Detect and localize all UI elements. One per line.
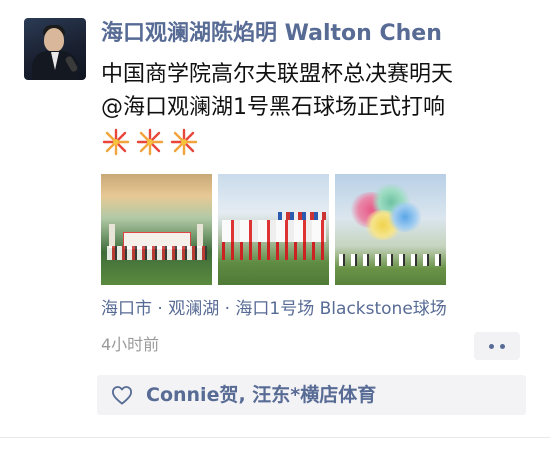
photo-grid [101,174,446,285]
likes-names[interactable]: Connie贺, 汪东*横店体育 [146,382,376,408]
photo-thumbnail[interactable] [335,174,446,285]
post-timestamp: 4小时前 [101,335,160,354]
more-dots-icon [500,343,505,349]
avatar-head [44,28,64,52]
banner-flag [197,224,203,248]
participants-row [222,220,326,242]
participants-legs [222,242,326,260]
post-text-line: 中国商学院高尔夫联盟杯总决赛明天 [101,62,454,87]
divider [0,437,550,438]
firework-icon [101,127,131,157]
photo-thumbnail[interactable] [218,174,329,285]
location-link[interactable]: 海口市 · 观澜湖 · 海口1号场 Blackstone球场 [101,297,447,321]
post-text: 中国商学院高尔夫联盟杯总决赛明天 @海口观澜湖1号黑石球场正式打响 [101,58,531,124]
banner-flag [109,224,115,248]
color-smoke [387,202,423,232]
more-dots-icon [489,343,494,349]
firework-icon [169,127,199,157]
emoji-row [101,127,199,157]
crowd [339,254,443,266]
likes-bar: Connie贺, 汪东*横店体育 [97,375,526,415]
avatar[interactable] [24,18,86,80]
crowd [107,246,207,260]
heart-outline-icon [112,386,132,405]
post-text-line: @海口观澜湖1号黑石球场正式打响 [101,95,445,120]
photo-thumbnail[interactable] [101,174,212,285]
firework-icon [135,127,165,157]
author-name[interactable]: 海口观澜湖陈焰明 Walton Chen [101,19,442,49]
more-button[interactable] [474,332,520,360]
